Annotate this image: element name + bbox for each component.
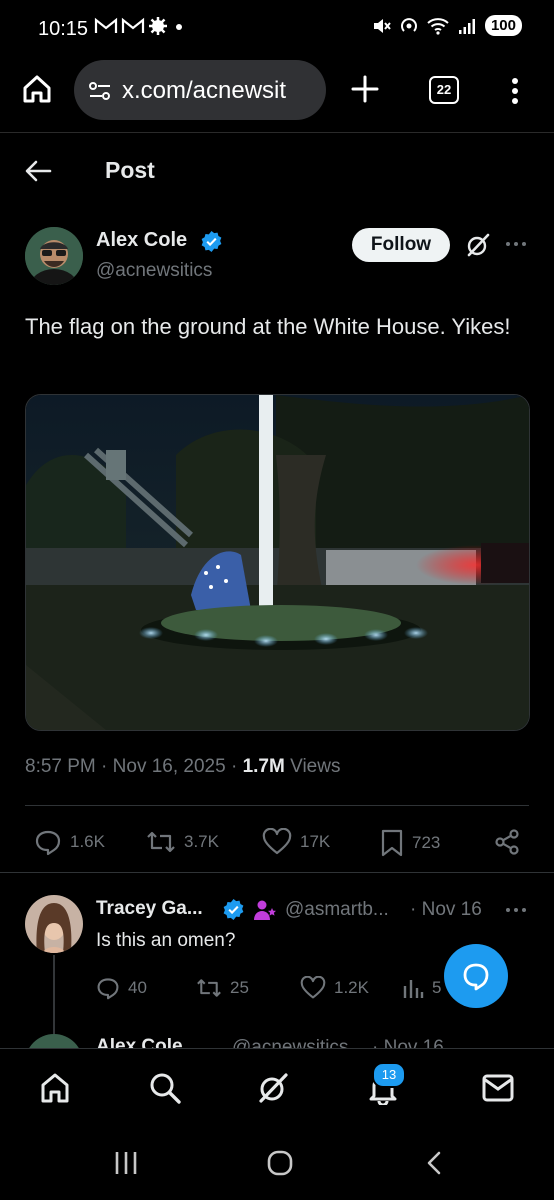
compose-reply-button[interactable] — [444, 944, 508, 1008]
affiliate-badge-icon — [254, 900, 276, 920]
post-image[interactable] — [25, 394, 530, 731]
bottom-navigation — [0, 1048, 554, 1133]
repost-count: 3.7K — [184, 832, 219, 851]
status-bar: 10:15 100 — [0, 0, 554, 58]
post-meta: 8:57 PM · Nov 16, 2025 · 1.7M Views — [25, 756, 341, 777]
page-title: Post — [105, 157, 155, 183]
divider — [25, 805, 529, 806]
more-options-icon[interactable] — [505, 240, 527, 248]
reply-reply-action[interactable]: 40 — [96, 976, 147, 1000]
heart-icon — [262, 828, 292, 855]
next-reply-date[interactable]: · Nov 16 — [372, 1037, 444, 1048]
author-name[interactable]: Alex Cole — [96, 229, 187, 252]
views-label: Views — [290, 756, 341, 777]
post-date[interactable]: Nov 16, 2025 — [113, 756, 226, 777]
reply-like-action[interactable]: 1.2K — [300, 976, 369, 1000]
address-bar[interactable]: x.com/acnewsit — [74, 60, 326, 120]
back-button-icon[interactable] — [424, 1150, 444, 1176]
dot-icon — [176, 24, 182, 30]
next-reply-avatar[interactable] — [25, 1034, 83, 1048]
share-icon[interactable] — [493, 828, 521, 856]
chat-bubble-icon — [463, 963, 489, 991]
url-text: x.com/acnewsit — [122, 77, 287, 104]
reply-like-count: 1.2K — [334, 978, 369, 997]
reply-more-icon[interactable] — [505, 906, 527, 914]
reply-count: 1.6K — [70, 832, 105, 851]
bookmark-icon — [381, 829, 403, 857]
next-reply-handle[interactable]: @acnewsitics — [232, 1037, 348, 1048]
reply-views-action[interactable]: 5 — [402, 976, 441, 1000]
divider — [0, 872, 554, 873]
repost-action[interactable]: 3.7K — [146, 828, 219, 856]
back-arrow-icon[interactable] — [24, 157, 52, 185]
grok-icon[interactable] — [256, 1071, 290, 1105]
heart-icon — [300, 976, 326, 999]
mute-icon — [373, 18, 391, 33]
hotspot-icon — [401, 17, 417, 32]
author-avatar[interactable] — [25, 227, 83, 285]
reply-icon — [35, 830, 61, 856]
reply-author-name[interactable]: Tracey Ga... — [96, 898, 203, 920]
menu-icon[interactable] — [508, 76, 522, 106]
reply-repost-action[interactable]: 25 — [196, 976, 249, 1000]
analytics-icon — [403, 980, 424, 998]
repost-icon — [147, 831, 175, 853]
views-count: 1.7M — [242, 756, 285, 777]
gmail-icon — [121, 17, 145, 33]
next-reply-peek: Alex Cole @acnewsitics · Nov 16 — [0, 1030, 554, 1048]
like-count: 17K — [300, 832, 331, 851]
reply-text: Is this an omen? — [96, 930, 236, 951]
system-navigation — [0, 1132, 554, 1200]
verified-badge-icon — [223, 898, 244, 921]
tab-switcher-button[interactable]: 22 — [429, 76, 459, 104]
messages-icon[interactable] — [481, 1073, 515, 1103]
grok-icon[interactable] — [465, 232, 491, 258]
home-icon[interactable] — [38, 1071, 72, 1105]
notification-badge: 13 — [372, 1062, 406, 1088]
post-time[interactable]: 8:57 PM — [25, 756, 96, 777]
home-icon[interactable] — [20, 72, 54, 106]
reply-icon — [97, 978, 119, 1000]
recent-apps-icon[interactable] — [113, 1150, 139, 1176]
follow-button[interactable]: Follow — [352, 228, 450, 262]
reply-views-count: 5 — [432, 978, 442, 997]
bookmark-count: 723 — [412, 833, 441, 852]
like-action[interactable]: 17K — [262, 828, 330, 856]
bookmark-action[interactable]: 723 — [380, 828, 440, 858]
status-time: 10:15 — [38, 18, 89, 40]
browser-toolbar: x.com/acnewsit 22 — [0, 58, 554, 133]
signal-icon — [458, 18, 475, 34]
site-settings-icon[interactable] — [88, 80, 112, 102]
verified-badge-icon — [201, 230, 222, 253]
new-tab-icon[interactable] — [350, 74, 380, 104]
wifi-icon — [427, 17, 449, 35]
gmail-icon — [94, 17, 118, 33]
settings-icon — [149, 17, 167, 35]
battery-level: 100 — [484, 15, 522, 36]
reply-reply-count: 40 — [128, 978, 147, 997]
status-right-icons: 100 — [371, 15, 522, 36]
status-left-icons — [94, 16, 187, 36]
author-handle[interactable]: @acnewsitics — [96, 260, 212, 282]
reply-author-handle[interactable]: @asmartb... — [285, 899, 389, 921]
post-text: The flag on the ground at the White Hous… — [25, 314, 511, 339]
search-icon[interactable] — [148, 1071, 182, 1105]
reply-action[interactable]: 1.6K — [34, 828, 105, 856]
reply-repost-count: 25 — [230, 978, 249, 997]
reply-avatar[interactable] — [25, 895, 83, 953]
home-button-icon[interactable] — [266, 1150, 294, 1176]
repost-icon — [197, 979, 221, 997]
thread-line — [53, 955, 55, 1040]
next-reply-author-name[interactable]: Alex Cole — [96, 1036, 183, 1048]
reply-date[interactable]: · Nov 16 — [410, 899, 482, 921]
